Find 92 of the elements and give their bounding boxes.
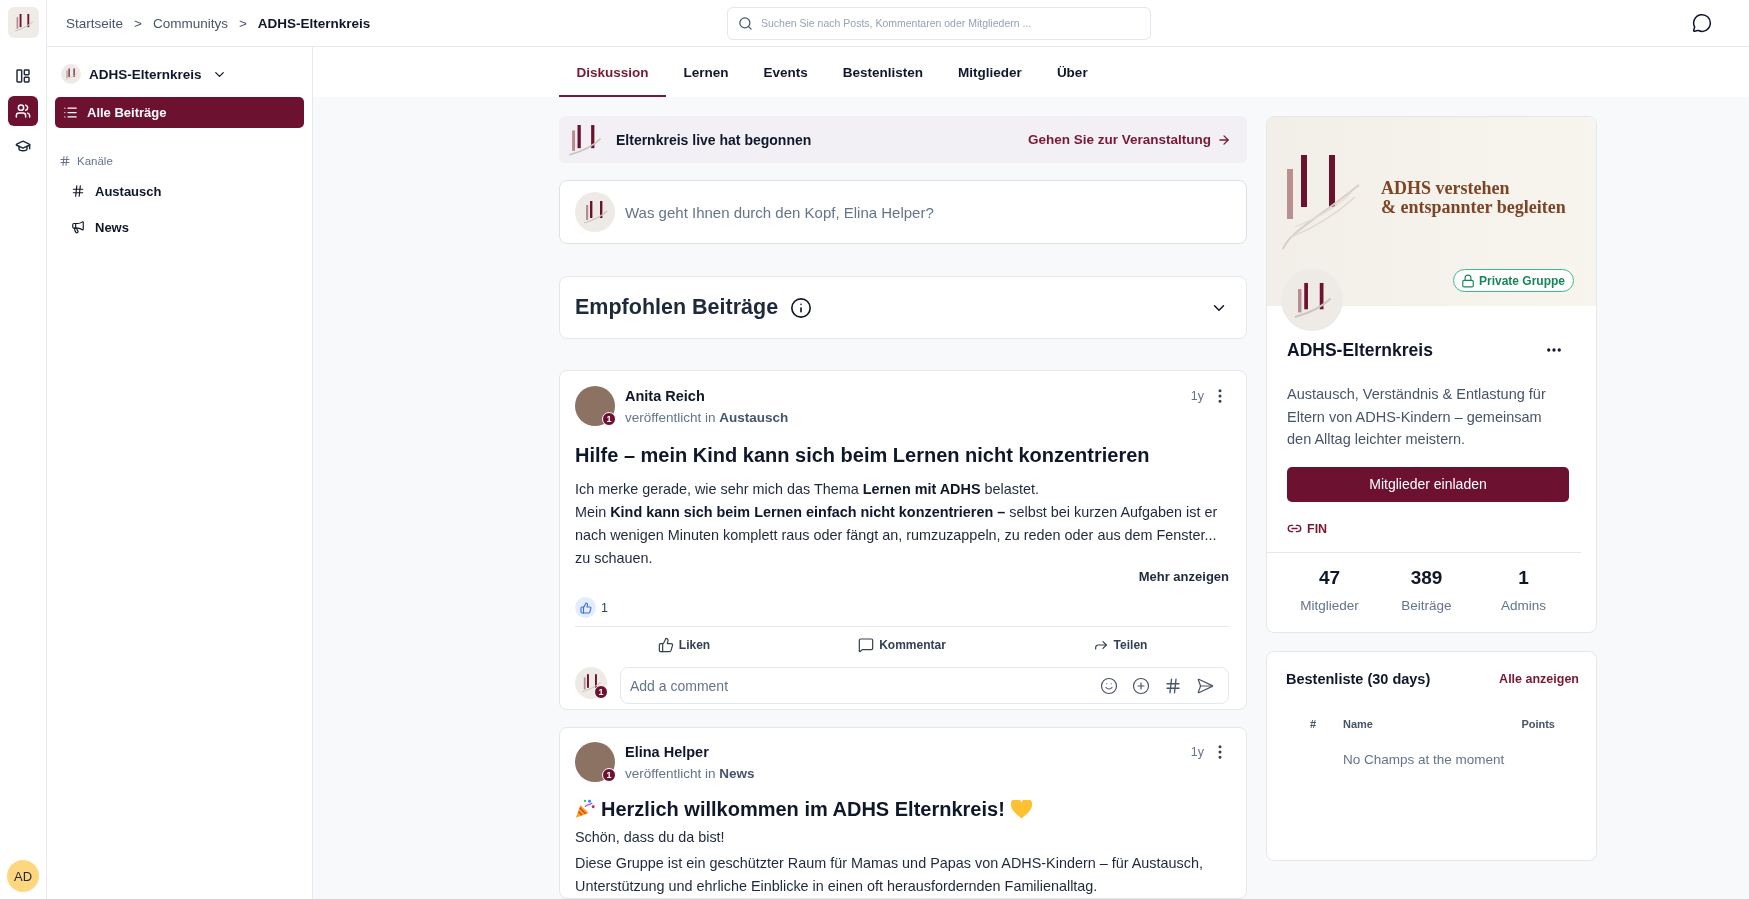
avatar-photo-placeholder [575,742,615,782]
stat-value: 47 [1318,566,1341,589]
avatar-photo-placeholder [575,386,615,426]
hash-icon[interactable] [1164,676,1182,695]
tab[interactable]: Lernen [666,47,747,97]
author-name[interactable]: Anita Reich [625,386,789,406]
tab[interactable]: Bestenlisten [825,47,941,97]
user-avatar[interactable]: AD [7,860,39,892]
list-icon [63,105,78,120]
column-header: Name [1343,716,1374,732]
empty-message: No Champs at the moment [1343,750,1506,769]
live-banner-text: Elternkreis live hat begonnen [616,131,812,148]
cover-tagline: ADHS verstehen & entspannter begleiten [1381,179,1566,216]
channel-link[interactable]: News [719,766,755,781]
post-text: Diese Gruppe ist ein geschützter Raum für Mamas und Papas von ADHS-Kindern – für Austausch, Unterstützung und ehrliche Einblicke in einen oft herausfordernden Familienalltag. [575,854,1204,896]
invite-button[interactable]: Mitglieder einladen [1287,466,1569,502]
layout-icon [15,68,31,84]
column-header: Points [1521,716,1555,732]
smile-icon[interactable] [1100,676,1118,695]
stat-label: Beiträge [1401,596,1452,615]
column-header: # [1310,716,1318,732]
invite-link[interactable]: FIN [1287,520,1328,537]
search-input[interactable]: Suchen Sie nach Posts, Kommentaren oder Mitgliedern ... [761,17,1138,29]
post-title: Herzlich willkommen im ADHS Elternkreis! [601,797,1005,822]
stat-label: Mitglieder [1300,596,1359,615]
search-field[interactable]: Suchen Sie nach Posts, Kommentaren oder Mitgliedern ... [727,6,1151,40]
plus-icon[interactable] [1132,676,1150,695]
level-badge: 1 [602,412,616,426]
chat-icon[interactable] [1692,13,1712,33]
search-icon [738,15,753,31]
reaction-count: 1 [601,600,608,615]
stat-value: 1 [1518,566,1529,589]
logo-icon [575,192,615,232]
section-heading: Kanäle [77,155,113,167]
post-title: Hilfe – mein Kind kann sich beim Lernen nicht konzentrieren [575,443,1150,468]
view-all-link[interactable]: Alle anzeigen [1499,671,1579,686]
post-text: Mein Kind kann sich beim Lernen einfach nicht konzentrieren – selbst bei kurzen Aufgaben ist er nach wenigen Minuten komplett raus oder fängt an, rumzuzappeln, zu reden oder aus dem Fenster... zu schauen. [575,503,1219,568]
hash-icon [59,155,71,167]
featured-title: Empfohlen Beiträge [575,295,779,320]
hash-icon [71,184,85,198]
graduation-cap-icon [15,138,31,154]
group-description: Austausch, Verständnis & Entlastung für Eltern von ADHS-Kindern – gemeinsam den Alltag leichter meistern. [1287,385,1547,449]
heart-icon [1010,799,1032,819]
leaderboard-title: Bestenliste (30 days) [1286,670,1431,687]
post-action-button[interactable]: Kommentar [854,630,950,660]
breadcrumb-current: ADHS-Elternkreis [257,15,371,31]
composer-input[interactable]: Was geht Ihnen durch den Kopf, Elina Helper? [625,203,1231,221]
channel-item[interactable]: Austausch [55,175,304,207]
stat-value: 389 [1410,566,1443,589]
post-meta: veröffentlicht in Austausch [625,409,789,427]
tab[interactable]: Mitglieder [940,47,1040,97]
event-link[interactable]: Gehen Sie zur Veranstaltung [1027,132,1231,147]
author-name[interactable]: Elina Helper [625,742,755,762]
post-action-button[interactable]: Liken [653,630,715,660]
post-age: 1y [1190,389,1204,403]
privacy-label: Private Gruppe [1478,273,1565,288]
post-age: 1y [1190,745,1204,759]
nav-item[interactable]: Alle Beiträge [55,97,304,128]
breadcrumb-separator: > [238,15,247,31]
stat-label: Admins [1501,596,1546,615]
post-text: Ich merke gerade, wie sehr mich das Thema Lernen mit ADHS belastet. [575,480,1040,499]
megaphone-icon [71,220,85,234]
channel-link[interactable]: Austausch [719,410,789,425]
comment-field[interactable]: Add a comment [620,667,1229,704]
show-more-link[interactable]: Mehr anzeigen [1138,570,1229,584]
logo-icon [61,64,81,84]
tab[interactable]: Diskussion [559,47,667,97]
tab[interactable]: Über [1039,47,1106,97]
rail-nav-button[interactable] [8,96,38,126]
users-icon [15,103,31,119]
breadcrumb-link[interactable]: Communitys [152,15,228,31]
logo-icon [568,122,602,157]
like-reaction-icon [575,597,596,618]
post-meta: veröffentlicht in News [625,765,755,783]
channel-item[interactable]: News [55,211,304,243]
thumbs-up-icon [657,637,674,653]
lock-icon [1460,273,1475,288]
level-badge: 1 [602,768,616,782]
logo-icon [7,7,39,38]
community-selector[interactable]: ADHS-Elternkreis [55,61,227,87]
tab[interactable]: Events [746,47,826,97]
group-name: ADHS-Elternkreis [1287,339,1433,361]
send-icon[interactable] [1196,676,1214,695]
comment-input[interactable]: Add a comment [630,677,1086,694]
composer-field[interactable]: Was geht Ihnen durch den Kopf, Elina Helper? [559,180,1247,244]
party-popper-icon [575,799,595,819]
info-icon[interactable] [790,296,813,319]
comment-icon [858,637,875,653]
post-action-button[interactable]: Teilen [1088,630,1152,660]
breadcrumb-link[interactable]: Startseite [66,15,124,31]
post-text: Schön, dass du da bist! [575,828,726,847]
breadcrumb-separator: > [134,15,142,31]
